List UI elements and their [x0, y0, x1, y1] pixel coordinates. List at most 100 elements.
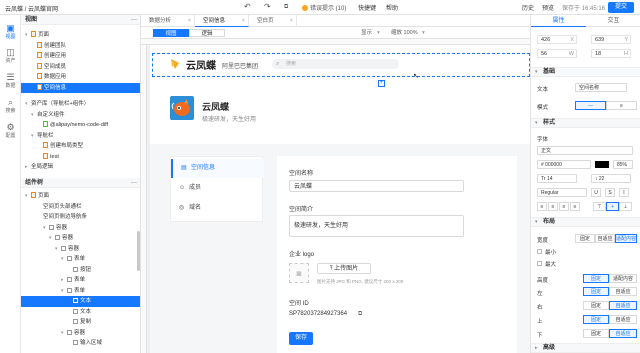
x-input[interactable]: 426 X [537, 35, 577, 44]
space-desc-textarea[interactable]: 极速研发，天生好用 [289, 215, 464, 237]
undo-icon[interactable]: ↶ [244, 2, 251, 11]
close-icon[interactable]: × [242, 15, 245, 27]
tree-row[interactable]: 空间页头部通栏 [21, 202, 140, 213]
max-checkbox[interactable] [537, 261, 542, 266]
tab-blank[interactable]: 空白页 × [249, 15, 297, 27]
section-advanced[interactable]: ▸ 高级 [531, 343, 640, 353]
tab-interaction[interactable]: 交互 [586, 15, 640, 27]
nav-space-info[interactable]: ▤ 空间信息 [171, 159, 264, 178]
height-fit-button[interactable]: 适配内容 [609, 274, 637, 283]
close-icon[interactable]: × [290, 15, 293, 27]
tree-row-selected[interactable]: 文本 [21, 296, 140, 307]
nav-members[interactable]: ☺ 成员 [171, 179, 264, 198]
tree-row[interactable]: ▸ 全局逻辑 [21, 162, 140, 173]
tree-row[interactable]: 空间成员 [21, 62, 140, 73]
bottom-adaptive-button[interactable]: 自适应 [609, 329, 637, 338]
tree-row[interactable]: 复制 [21, 317, 140, 328]
tree-row[interactable]: test [21, 152, 140, 163]
logic-mode-button[interactable]: 逻辑 [189, 29, 225, 37]
collapse-icon[interactable]: — [131, 15, 137, 25]
redo-icon[interactable]: ↷ [264, 2, 271, 11]
top-fixed-button[interactable]: 固定 [583, 315, 609, 324]
tree-row[interactable]: 空间页侧边导航条 [21, 212, 140, 223]
preview-button[interactable]: 预览 [542, 3, 554, 12]
width-adaptive-button[interactable]: 自适应 [595, 234, 615, 243]
view-panel-header[interactable]: 视图 — [21, 15, 140, 25]
tree-row[interactable]: ▾ 表单 [21, 254, 140, 265]
font-weight-select[interactable]: Regular [537, 188, 587, 197]
tree-row[interactable]: 按钮 [21, 265, 140, 276]
top-adaptive-button[interactable]: 自适应 [609, 315, 637, 324]
tree-row-selected[interactable]: 空间信息 [21, 82, 140, 93]
tree-row[interactable]: @alipay/nemo-code-diff [21, 120, 140, 131]
y-input[interactable]: 639 Y [591, 35, 631, 44]
tree-row[interactable]: 文本 [21, 307, 140, 318]
view-mode-button[interactable]: 视图 [153, 29, 189, 37]
tree-row[interactable]: ▾ 容器 [21, 233, 140, 244]
tree-scrollbar[interactable] [137, 231, 140, 271]
mode-single-line-button[interactable]: — [575, 101, 606, 110]
tree-row[interactable]: ▸ 表单 [21, 275, 140, 286]
color-swatch[interactable] [595, 161, 609, 168]
min-checkbox[interactable] [537, 249, 542, 254]
color-alpha-input[interactable]: 85% [613, 160, 633, 169]
align-justify-icon[interactable]: ≡ [570, 202, 580, 211]
tree-row[interactable]: ▾ 页面 [21, 191, 140, 202]
breadcrumb[interactable]: 云凤蝶 / 云凤蝶官网 [5, 4, 58, 13]
underline-icon[interactable]: U [591, 188, 601, 197]
color-hex-input[interactable]: # 000000 [537, 160, 591, 169]
upload-image-button[interactable]: ⤒ 上传图片 [317, 263, 371, 274]
mode-multi-line-button[interactable]: ≡ [606, 101, 637, 110]
section-basic[interactable]: ▾ 基础 [531, 67, 640, 77]
tree-row[interactable]: ▾ 页面 [21, 30, 140, 41]
error-status[interactable]: 错误提示 (10) [302, 3, 346, 12]
space-name-input[interactable]: 云凤蝶 [289, 180, 464, 192]
tab-properties[interactable]: 属性 [531, 15, 586, 27]
tab-data-analysis[interactable]: 数据分析 × [141, 15, 195, 27]
width-input[interactable]: 56 W [537, 49, 577, 58]
tree-row[interactable]: 创建应用 [21, 51, 140, 62]
left-fixed-button[interactable]: 固定 [583, 287, 609, 296]
zoom-dropdown[interactable]: 缩放 100% [391, 29, 418, 37]
height-fixed-button[interactable]: 固定 [583, 274, 609, 283]
tree-row[interactable]: 创建团队 [21, 41, 140, 52]
height-input[interactable]: 18 H [591, 49, 631, 58]
tree-row[interactable]: ▾ 容器 [21, 223, 140, 234]
publish-button[interactable]: 提交 [608, 2, 634, 13]
tree-row[interactable]: 数据应用 [21, 72, 140, 83]
strikethrough-icon[interactable]: S [605, 188, 615, 197]
rail-config[interactable]: ⚙ 配置 [0, 122, 21, 139]
tree-row[interactable]: ▾ 资产库（导航栏+组件） [21, 99, 140, 110]
italic-icon[interactable]: I [619, 188, 629, 197]
font-size-input[interactable]: Tr 14 [537, 174, 577, 183]
copy-icon[interactable]: ⧉ [358, 311, 362, 318]
section-layout[interactable]: ▾ 布局 [531, 217, 640, 227]
tree-row[interactable]: ▾ 导航栏 [21, 131, 140, 142]
text-prop-input[interactable]: 空间名称 [575, 83, 627, 92]
shortcuts-button[interactable]: 快捷键 [358, 3, 376, 12]
component-tree-header[interactable]: 组件树 — [21, 178, 140, 188]
collapse-icon[interactable]: — [131, 178, 137, 188]
help-button[interactable]: 帮助 [386, 3, 398, 12]
canvas-search-input[interactable]: ⌕ 搜索 [272, 59, 399, 69]
tree-row[interactable]: ▾ 容器 [21, 244, 140, 255]
align-right-icon[interactable]: ≡ [559, 202, 569, 211]
rail-search[interactable]: ⌕ 搜索 [0, 97, 21, 114]
rail-view[interactable]: ▣ 视图 [0, 23, 21, 40]
valign-bottom-icon[interactable]: ⊥ [619, 202, 632, 211]
valign-middle-icon[interactable]: + [606, 202, 619, 211]
valign-top-icon[interactable]: ⊤ [593, 202, 606, 211]
tree-row[interactable]: ▾ 自定义组件 [21, 110, 140, 121]
copy-icon[interactable]: ⧉ [284, 4, 288, 11]
rail-asset[interactable]: ◫ 资产 [0, 47, 21, 64]
tree-row[interactable]: ▾ 表单 [21, 286, 140, 297]
save-button[interactable]: 保存 [289, 332, 313, 345]
tree-row[interactable]: 输入区域 [21, 338, 140, 349]
history-button[interactable]: 历史 [522, 3, 534, 12]
width-fit-button[interactable]: 适配内容 [615, 234, 637, 243]
section-style[interactable]: ▾ 样式 [531, 118, 640, 128]
tree-row[interactable]: ▾ 容器 [21, 328, 140, 339]
left-adaptive-button[interactable]: 自适应 [609, 287, 637, 296]
rail-data[interactable]: ☰ 数据 [0, 72, 21, 89]
right-fixed-button[interactable]: 固定 [583, 301, 609, 310]
